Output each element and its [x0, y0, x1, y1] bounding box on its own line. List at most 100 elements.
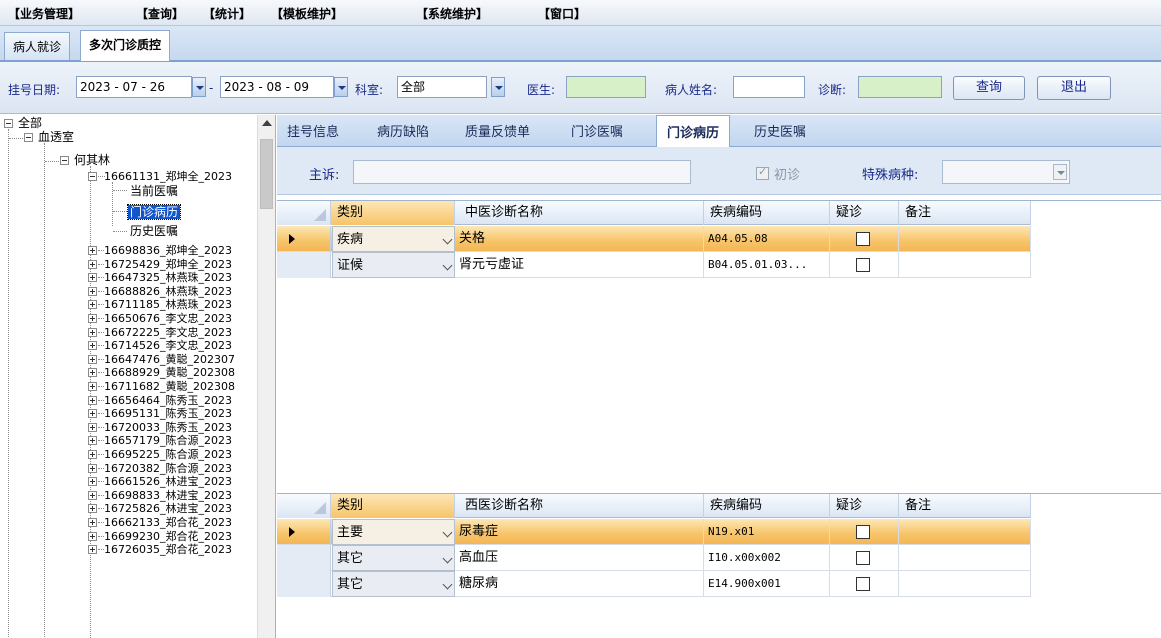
- disease-code-cell[interactable]: A04.05.08: [704, 226, 830, 252]
- date-to-field[interactable]: 2023 - 08 - 09: [220, 76, 334, 98]
- suspected-checkbox[interactable]: [856, 551, 870, 565]
- tree-node-record[interactable]: 16647476_黄聪_202307: [104, 353, 235, 367]
- col-header-code[interactable]: 疾病编码: [704, 494, 830, 518]
- expand-record-icon[interactable]: [88, 531, 97, 541]
- tree-node-record[interactable]: 16695131_陈秀玉_2023: [104, 407, 232, 421]
- query-button[interactable]: 查询: [953, 76, 1025, 100]
- tree-node-current-orders[interactable]: 当前医嘱: [130, 184, 178, 198]
- expand-record-icon[interactable]: [88, 286, 97, 296]
- table-row[interactable]: 疾病 关格 A04.05.08: [277, 226, 1031, 252]
- expand-record-icon[interactable]: [88, 463, 97, 473]
- tab-outpatient-record[interactable]: 门诊病历: [656, 115, 731, 147]
- expand-record-icon[interactable]: [88, 490, 97, 500]
- tree-node-record[interactable]: 16720382_陈合源_2023: [104, 462, 232, 476]
- category-combo[interactable]: 主要: [332, 519, 455, 545]
- tree-node-record[interactable]: 16720033_陈秀玉_2023: [104, 421, 232, 435]
- expand-record-icon[interactable]: [88, 395, 97, 405]
- expand-record-icon[interactable]: [88, 382, 97, 391]
- table-row[interactable]: 其它 糖尿病 E14.900x001: [277, 571, 1031, 597]
- menu-window[interactable]: 【窗口】: [538, 5, 586, 22]
- col-header-code[interactable]: 疾病编码: [704, 201, 830, 225]
- table-row[interactable]: 其它 高血压 I10.x00x002: [277, 545, 1031, 571]
- tree-node-record[interactable]: 16711682_黄聪_202308: [104, 380, 235, 394]
- tree-node-record[interactable]: 16695225_陈合源_2023: [104, 448, 232, 462]
- complaint-input[interactable]: [353, 160, 691, 184]
- menu-query[interactable]: 【查询】: [136, 5, 184, 22]
- collapse-root-icon[interactable]: [4, 119, 13, 128]
- tree-node-record[interactable]: 16698833_林进宝_2023: [104, 489, 232, 503]
- note-cell[interactable]: [899, 252, 1031, 278]
- dept-dropdown-icon[interactable]: [491, 77, 505, 97]
- row-indicator[interactable]: [277, 519, 331, 545]
- note-cell[interactable]: [899, 571, 1031, 597]
- tab-outpatient-orders[interactable]: 门诊医嘱: [571, 121, 623, 140]
- suspected-checkbox[interactable]: [856, 232, 870, 246]
- expand-record-icon[interactable]: [88, 545, 97, 555]
- diagnosis-name-cell[interactable]: 肾元亏虚证: [455, 252, 704, 278]
- tree-node-record[interactable]: 16726035_郑合花_2023: [104, 543, 232, 557]
- suspected-checkbox[interactable]: [856, 258, 870, 272]
- expand-record-icon[interactable]: [88, 314, 97, 323]
- date-from-field[interactable]: 2023 - 07 - 26: [76, 76, 192, 98]
- expand-record-icon[interactable]: [88, 259, 97, 269]
- collapse-record-icon[interactable]: [88, 172, 97, 181]
- tree-scrollbar[interactable]: [257, 115, 275, 638]
- tree-node-outpatient-record[interactable]: 门诊病历: [126, 204, 182, 220]
- diagnosis-name-cell[interactable]: 高血压: [455, 545, 704, 571]
- row-indicator[interactable]: [277, 226, 331, 252]
- disease-code-cell[interactable]: N19.x01: [704, 519, 830, 545]
- tree-node-dept[interactable]: 血透室: [38, 130, 74, 144]
- expand-record-icon[interactable]: [88, 300, 97, 310]
- tab-multi-visit-qc[interactable]: 多次门诊质控: [80, 30, 171, 61]
- chevron-down-icon[interactable]: [442, 260, 453, 271]
- chevron-down-icon[interactable]: [442, 234, 453, 245]
- row-indicator[interactable]: [277, 571, 331, 597]
- tree-node-record[interactable]: 16698836_郑坤全_2023: [104, 244, 232, 258]
- row-indicator[interactable]: [277, 545, 331, 571]
- special-disease-select[interactable]: [942, 160, 1070, 184]
- tree-node-history-orders[interactable]: 历史医嘱: [130, 224, 178, 238]
- col-header-tcm-name[interactable]: 中医诊断名称: [455, 201, 704, 225]
- category-combo[interactable]: 疾病: [332, 226, 455, 252]
- col-header-note[interactable]: 备注: [899, 201, 1031, 225]
- diagnosis-input[interactable]: [858, 76, 942, 98]
- category-combo[interactable]: 证候: [332, 252, 455, 278]
- tree-node-record[interactable]: 16711185_林燕珠_2023: [104, 298, 232, 312]
- note-cell[interactable]: [899, 519, 1031, 545]
- tree-node-record[interactable]: 16656464_陈秀玉_2023: [104, 394, 232, 408]
- collapse-doctor-icon[interactable]: [60, 156, 69, 165]
- col-header-category[interactable]: 类别: [331, 201, 455, 225]
- menu-template[interactable]: 【模板维护】: [271, 5, 343, 22]
- col-header-suspected[interactable]: 疑诊: [830, 201, 899, 225]
- chevron-down-icon[interactable]: [442, 579, 453, 590]
- tree-node-record[interactable]: 16699230_郑合花_2023: [104, 530, 232, 544]
- disease-code-cell[interactable]: E14.900x001: [704, 571, 830, 597]
- special-disease-dropdown-icon[interactable]: [1053, 164, 1067, 180]
- expand-record-icon[interactable]: [88, 518, 97, 527]
- expand-record-icon[interactable]: [88, 436, 97, 446]
- exit-button[interactable]: 退出: [1037, 76, 1111, 100]
- expand-record-icon[interactable]: [88, 273, 97, 283]
- suspected-checkbox[interactable]: [856, 525, 870, 539]
- menu-business[interactable]: 【业务管理】: [8, 5, 80, 22]
- tree-node-record[interactable]: 16725429_郑坤全_2023: [104, 258, 232, 272]
- date-from-dropdown-icon[interactable]: [192, 77, 206, 97]
- tab-quality-feedback[interactable]: 质量反馈单: [465, 121, 530, 140]
- menu-statistics[interactable]: 【统计】: [203, 5, 251, 22]
- suspected-checkbox[interactable]: [856, 577, 870, 591]
- tree-node-record[interactable]: 16661526_林进宝_2023: [104, 475, 232, 489]
- expand-record-icon[interactable]: [88, 354, 97, 364]
- expand-record-icon[interactable]: [88, 477, 97, 487]
- disease-code-cell[interactable]: B04.05.01.03...: [704, 252, 830, 278]
- tab-record-defects[interactable]: 病历缺陷: [377, 121, 429, 140]
- chevron-down-icon[interactable]: [442, 553, 453, 564]
- tab-registration-info[interactable]: 挂号信息: [287, 121, 339, 140]
- note-cell[interactable]: [899, 545, 1031, 571]
- expand-record-icon[interactable]: [88, 327, 97, 337]
- expand-record-icon[interactable]: [88, 341, 97, 351]
- diagnosis-name-cell[interactable]: 糖尿病: [455, 571, 704, 597]
- scroll-up-icon[interactable]: [262, 120, 272, 126]
- tree-node-record[interactable]: 16688826_林燕珠_2023: [104, 285, 232, 299]
- expand-record-icon[interactable]: [88, 409, 97, 419]
- category-combo[interactable]: 其它: [332, 571, 455, 597]
